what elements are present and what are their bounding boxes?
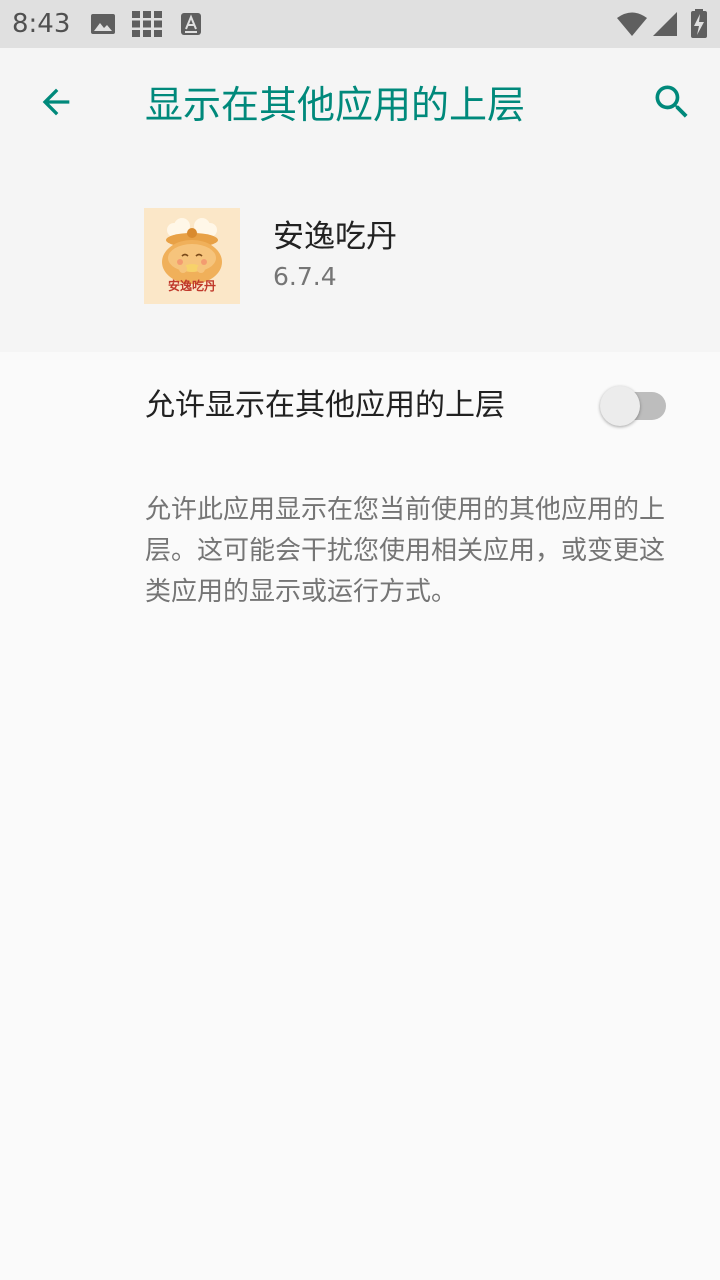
- app-header: 安逸吃丹 安逸吃丹 6.7.4: [0, 160, 720, 352]
- app-icon-label: 安逸吃丹: [167, 279, 216, 293]
- page-title: 显示在其他应用的上层: [145, 83, 526, 127]
- search-button[interactable]: [640, 72, 704, 136]
- battery-charging-icon: [690, 0, 708, 48]
- app-version: 6.7.4: [273, 262, 337, 291]
- permission-label: 允许显示在其他应用的上层: [145, 388, 505, 423]
- switch-thumb: [600, 386, 640, 426]
- status-time: 8:43: [12, 9, 71, 39]
- back-button[interactable]: [24, 72, 88, 136]
- accessibility-a-icon: [180, 0, 202, 48]
- permission-switch[interactable]: [598, 384, 668, 428]
- grid-icon: [132, 0, 162, 48]
- app-name: 安逸吃丹: [273, 219, 397, 255]
- wifi-icon: [616, 0, 648, 48]
- arrow-back-icon: [36, 82, 76, 126]
- status-bar: 8:43: [0, 0, 720, 48]
- image-icon: [90, 0, 116, 48]
- permission-description: 允许此应用显示在您当前使用的其他应用的上层。这可能会干扰您使用相关应用，或变更这…: [145, 495, 666, 607]
- app-bar: 显示在其他应用的上层: [0, 48, 720, 160]
- app-icon: 安逸吃丹: [144, 208, 240, 304]
- signal-icon: [652, 0, 678, 48]
- search-icon: [650, 80, 694, 128]
- permission-toggle-row[interactable]: 允许显示在其他应用的上层: [0, 352, 720, 460]
